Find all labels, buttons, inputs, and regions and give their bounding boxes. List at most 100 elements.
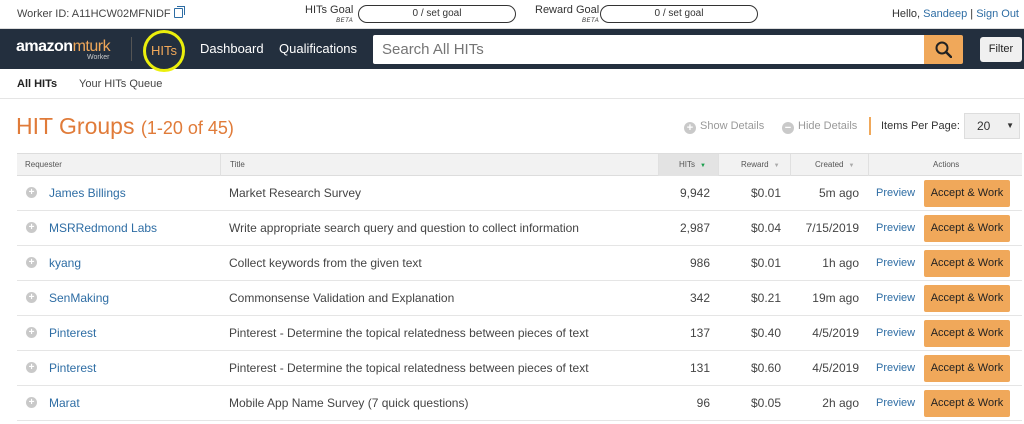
- table-row: + Marat Mobile App Name Survey (7 quick …: [17, 386, 1022, 421]
- accept-work-button[interactable]: Accept & Work: [924, 250, 1010, 277]
- hits-count: 137: [689, 326, 710, 340]
- hit-title: Pinterest - Determine the topical relate…: [229, 361, 589, 375]
- accept-work-button[interactable]: Accept & Work: [924, 215, 1010, 242]
- reward-value: $0.01: [750, 186, 781, 200]
- beta-badge: BETA: [336, 18, 354, 24]
- created-time: 4/5/2019: [812, 326, 859, 340]
- requester-link[interactable]: SenMaking: [49, 281, 109, 315]
- created-time: 19m ago: [812, 291, 859, 305]
- search-input[interactable]: [373, 35, 925, 64]
- preview-link[interactable]: Preview: [876, 351, 915, 385]
- requester-link[interactable]: James Billings: [49, 176, 126, 210]
- table-row: + James Billings Market Research Survey …: [17, 176, 1022, 211]
- column-header-title[interactable]: Title: [220, 154, 658, 176]
- table-row: + Pinterest Pinterest - Determine the to…: [17, 316, 1022, 351]
- preview-link[interactable]: Preview: [876, 281, 915, 315]
- column-header-requester[interactable]: Requester: [17, 154, 220, 176]
- divider: [869, 117, 871, 135]
- accept-work-button[interactable]: Accept & Work: [924, 180, 1010, 207]
- column-header-hits[interactable]: HITs ▼: [658, 154, 718, 176]
- reward-value: $0.40: [750, 326, 781, 340]
- show-details-button[interactable]: + Show Details: [684, 120, 764, 134]
- tab-all-hits[interactable]: All HITs: [17, 78, 57, 90]
- hit-title: Collect keywords from the given text: [229, 256, 422, 270]
- requester-link[interactable]: Pinterest: [49, 351, 96, 385]
- hit-title: Market Research Survey: [229, 186, 362, 200]
- sort-icon: ▼: [773, 163, 780, 169]
- hits-goal-label: HITs Goal BETA: [305, 5, 353, 27]
- user-name-link[interactable]: Sandeep: [923, 8, 967, 20]
- chevron-down-icon: ▼: [1006, 121, 1014, 130]
- created-time: 5m ago: [818, 186, 859, 200]
- hits-count: 2,987: [679, 221, 710, 235]
- requester-link[interactable]: MSRRedmond Labs: [49, 211, 157, 245]
- sort-desc-icon: ▼: [700, 163, 706, 169]
- reward-value: $0.04: [750, 221, 781, 235]
- preview-link[interactable]: Preview: [876, 211, 915, 245]
- copy-icon[interactable]: [173, 6, 185, 18]
- table-row: + kyang Collect keywords from the given …: [17, 246, 1022, 281]
- accept-work-button[interactable]: Accept & Work: [924, 355, 1010, 382]
- table-row: + Pinterest Pinterest - Determine the to…: [17, 351, 1022, 386]
- sub-nav: All HITs Your HITs Queue: [0, 69, 1024, 99]
- hits-count: 131: [689, 361, 710, 375]
- column-header-created[interactable]: Created ▼: [790, 154, 868, 176]
- reward-value: $0.60: [750, 361, 781, 375]
- column-header-reward[interactable]: Reward ▼: [718, 154, 790, 176]
- table-row: + SenMaking Commonsense Validation and E…: [17, 281, 1022, 316]
- beta-badge: BETA: [581, 18, 600, 24]
- requester-link[interactable]: Pinterest: [49, 316, 96, 350]
- hits-count: 342: [689, 291, 710, 305]
- nav-qualifications-tab[interactable]: Qualifications: [279, 41, 357, 56]
- preview-link[interactable]: Preview: [876, 176, 915, 210]
- hit-title: Mobile App Name Survey (7 quick question…: [229, 396, 469, 410]
- page-title: HIT Groups (1-20 of 45): [16, 113, 234, 139]
- mturk-logo[interactable]: amazonmturk Worker: [16, 38, 111, 61]
- hits-count: 96: [696, 396, 710, 410]
- preview-link[interactable]: Preview: [876, 246, 915, 280]
- hits-count: 986: [689, 256, 710, 270]
- created-time: 1h ago: [822, 256, 859, 270]
- worker-id: Worker ID: A11HCW02MFNIDF: [17, 6, 185, 20]
- reward-goal-input[interactable]: 0 / set goal: [600, 5, 758, 23]
- plus-circle-icon: +: [684, 122, 696, 134]
- expand-row-icon[interactable]: +: [26, 292, 37, 303]
- expand-row-icon[interactable]: +: [26, 187, 37, 198]
- filter-button[interactable]: Filter: [980, 37, 1022, 62]
- sort-icon: ▼: [848, 163, 855, 169]
- nav-divider: [131, 37, 132, 61]
- accept-work-button[interactable]: Accept & Work: [924, 285, 1010, 312]
- main-nav: amazonmturk Worker HITs Dashboard Qualif…: [0, 29, 1024, 72]
- requester-link[interactable]: kyang: [49, 246, 81, 280]
- reward-value: $0.21: [750, 291, 781, 305]
- expand-row-icon[interactable]: +: [26, 222, 37, 233]
- preview-link[interactable]: Preview: [876, 316, 915, 350]
- sign-out-link[interactable]: Sign Out: [976, 8, 1019, 20]
- hit-title: Write appropriate search query and quest…: [229, 221, 579, 235]
- items-per-page-select[interactable]: 20 ▼: [964, 113, 1020, 139]
- hits-count: 9,942: [679, 186, 710, 200]
- expand-row-icon[interactable]: +: [26, 397, 37, 408]
- table-row: + MSRRedmond Labs Write appropriate sear…: [17, 211, 1022, 246]
- created-time: 7/15/2019: [805, 221, 859, 235]
- expand-row-icon[interactable]: +: [26, 257, 37, 268]
- accept-work-button[interactable]: Accept & Work: [924, 320, 1010, 347]
- hits-goal-input[interactable]: 0 / set goal: [358, 5, 516, 23]
- reward-goal-label: Reward Goal BETA: [535, 5, 599, 27]
- accept-work-button[interactable]: Accept & Work: [924, 390, 1010, 417]
- preview-link[interactable]: Preview: [876, 386, 915, 420]
- search-button[interactable]: [924, 35, 963, 64]
- reward-value: $0.01: [750, 256, 781, 270]
- hide-details-button[interactable]: − Hide Details: [782, 120, 857, 134]
- hit-title: Pinterest - Determine the topical relate…: [229, 326, 589, 340]
- search-icon: [935, 41, 952, 58]
- expand-row-icon[interactable]: +: [26, 327, 37, 338]
- nav-hits-tab[interactable]: HITs: [143, 30, 185, 72]
- column-header-actions: Actions: [868, 154, 1022, 176]
- expand-row-icon[interactable]: +: [26, 362, 37, 373]
- tab-hits-queue[interactable]: Your HITs Queue: [79, 78, 162, 90]
- requester-link[interactable]: Marat: [49, 386, 80, 420]
- nav-dashboard-tab[interactable]: Dashboard: [200, 41, 264, 56]
- items-per-page-label: Items Per Page:: [881, 120, 960, 132]
- minus-circle-icon: −: [782, 122, 794, 134]
